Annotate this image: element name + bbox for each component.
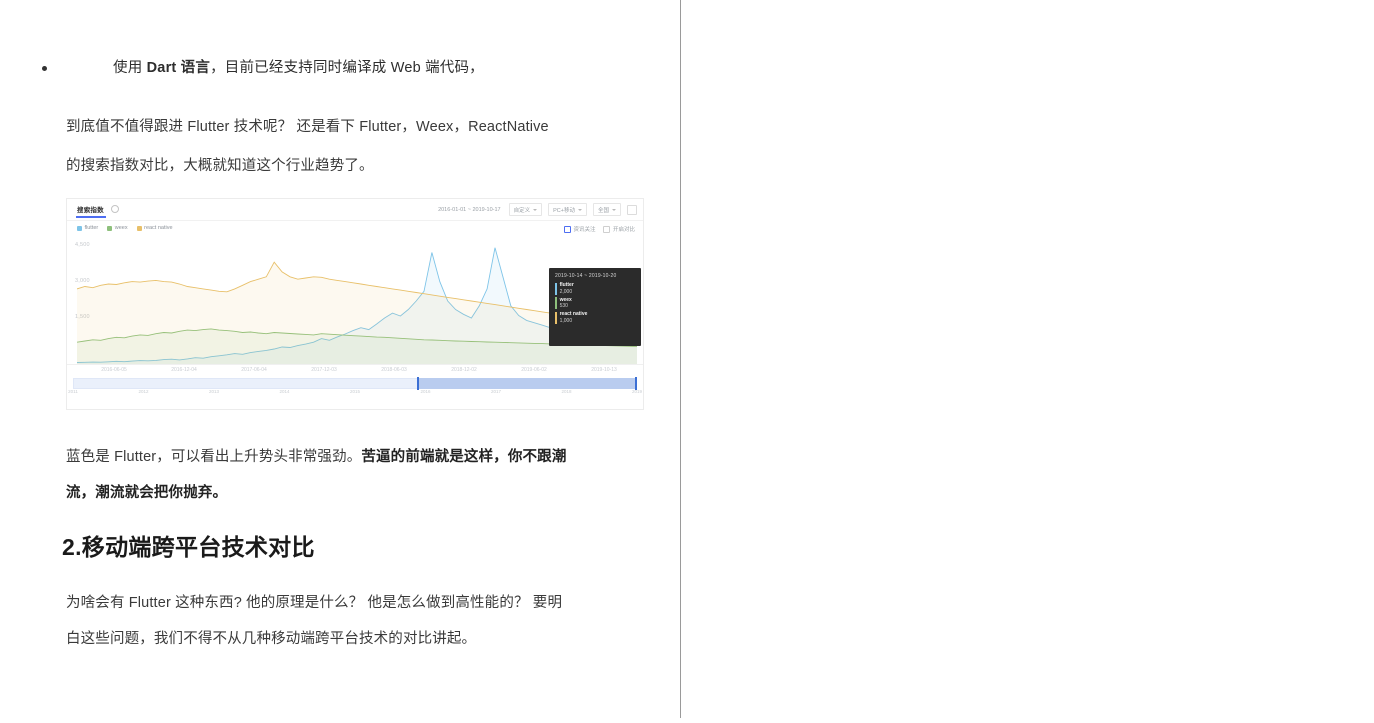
chevron-down-icon [577, 209, 582, 212]
chart-range-slider[interactable]: 2011 2012 2013 2014 2015 2016 2017 2018 2019 [68, 377, 642, 394]
x-tick-4: 2018-06-03 [381, 367, 407, 373]
bullet-dot-icon [42, 66, 47, 71]
checkbox-news-focus[interactable]: 资讯关注 [563, 225, 596, 233]
tooltip-value-flutter: 2,000 [559, 288, 573, 295]
bullet-text-after: ，目前已经支持同时编译成 Web 端代码， [210, 60, 484, 76]
help-icon[interactable] [111, 205, 119, 213]
control-region[interactable]: 全国 [592, 203, 621, 216]
chart-title: 搜索指数 [77, 207, 104, 214]
legend-swatch-react-native [136, 225, 142, 231]
slider-tick-2017: 2017 [490, 389, 502, 394]
tooltip-row-weex: weex 530 [555, 297, 635, 310]
legend-swatch-weex [107, 225, 113, 231]
section-heading: 2.移动端跨平台技术对比 [62, 534, 315, 560]
tooltip-value-react-native: 1,000 [559, 317, 573, 324]
slider-tick-2012: 2012 [138, 389, 149, 394]
bullet-list-item: 使用 Dart 语言，目前已经支持同时编译成 Web 端代码， [42, 58, 642, 80]
right-column: 2.1 H5+原生 APP [681, 0, 1374, 718]
slider-tick-2018: 2018 [561, 389, 572, 394]
paragraph-3-line-2: 白这些问题，我们不得不从几种移动端跨平台技术的对比讲起。 [66, 631, 477, 647]
checkbox-icon [603, 225, 611, 233]
tooltip-date: 2019-10-14 ~ 2019-10-20 [555, 273, 617, 279]
paragraph-2-bold-a: 苦逼的前端就是这样，你不跟潮 [361, 449, 567, 465]
chart-tooltip: 2019-10-14 ~ 2019-10-20 flutter 2,000 we… [549, 268, 641, 346]
checkbox-news-focus-label: 资讯关注 [573, 227, 596, 233]
chart-plot-area[interactable]: 4,500 3,000 1,500 2019-10-14 ~ 2019-10-2… [67, 238, 643, 376]
control-device[interactable]: PC+移动 [548, 203, 587, 216]
checkbox-compare-label: 开启对比 [612, 227, 635, 233]
tooltip-row-flutter: flutter 2,000 [555, 282, 635, 295]
legend-item-weex[interactable]: weex [107, 225, 128, 231]
legend-item-flutter[interactable]: flutter [77, 225, 98, 231]
chart-controls: 2016-01-01 ~ 2019-10-17 自定义 PC+移动 全国 [436, 203, 637, 216]
chart-legend-row: flutter weex react native 资讯关注 开启对比 [67, 221, 643, 238]
chart-title-underline [76, 216, 106, 218]
legend-label-weex: weex [114, 225, 128, 231]
tooltip-swatch-flutter [555, 282, 557, 295]
x-tick-1: 2016-12-04 [171, 367, 197, 373]
x-tick-3: 2017-12-03 [311, 367, 337, 373]
tooltip-swatch-react-native [555, 311, 557, 324]
tooltip-row-react-native: react native 1,000 [555, 311, 635, 324]
paragraph-3-line-1: 为啥会有 Flutter 这种东西? 他的原理是什么？ 他是怎么做到高性能的？ … [66, 595, 563, 611]
checkbox-icon [563, 225, 571, 233]
left-column: 使用 Dart 语言，目前已经支持同时编译成 Web 端代码， 到底值不值得跟进… [0, 0, 680, 718]
paragraph-2-line-2: 流，潮流就会把你抛弃。 [66, 474, 656, 513]
share-icon[interactable] [627, 204, 637, 215]
slider-tick-2016: 2016 [420, 389, 431, 394]
control-custom-range-label: 自定义 [513, 207, 531, 214]
chart-options: 资讯关注 开启对比 [563, 225, 635, 233]
legend-label-flutter: flutter [84, 225, 99, 231]
chart-toolbar: 搜索指数 2016-01-01 ~ 2019-10-17 自定义 PC+移动 全… [67, 199, 643, 221]
legend-label-react-native: react native [144, 225, 173, 231]
x-tick-2: 2017-06-04 [241, 367, 267, 373]
chevron-down-icon [612, 209, 616, 212]
x-tick-5: 2018-12-02 [451, 367, 477, 373]
checkbox-compare[interactable]: 开启对比 [603, 225, 635, 233]
tooltip-name-weex: weex [559, 296, 572, 303]
paragraph-2-bold-b: 流，潮流就会把你抛弃。 [66, 485, 228, 501]
slider-tick-2011: 2011 [68, 389, 78, 394]
slider-tick-2015: 2015 [349, 389, 361, 394]
document-page: 使用 Dart 语言，目前已经支持同时编译成 Web 端代码， 到底值不值得跟进… [0, 0, 1374, 718]
date-range-label[interactable]: 2016-01-01 ~ 2019-10-17 [436, 205, 503, 214]
x-tick-6: 2019-06-02 [521, 367, 547, 373]
slider-tick-2013: 2013 [208, 389, 220, 394]
tooltip-value-weex: 530 [559, 303, 568, 309]
slider-tick-2019: 2019 [631, 389, 643, 394]
paragraph-2-line-1: 蓝色是 Flutter，可以看出上升势头非常强劲。苦逼的前端就是这样，你不跟潮 [66, 438, 656, 477]
range-slider-selection[interactable] [417, 378, 637, 389]
control-device-label: PC+移动 [553, 207, 575, 214]
legend-swatch-flutter [77, 225, 82, 231]
bullet-text-before: 使用 [113, 60, 147, 76]
tooltip-name-flutter: flutter [559, 282, 574, 289]
baidu-index-chart[interactable]: 搜索指数 2016-01-01 ~ 2019-10-17 自定义 PC+移动 全… [66, 198, 644, 410]
tooltip-swatch-weex [555, 297, 557, 310]
range-slider-ticks: 2011 2012 2013 2014 2015 2016 2017 2018 2019 [68, 389, 642, 394]
bullet-text-bold: Dart 语言 [146, 60, 211, 76]
chevron-down-icon [533, 209, 538, 212]
tooltip-name-react-native: react native [559, 311, 588, 318]
paragraph-2-plain: 蓝色是 Flutter，可以看出上升势头非常强劲。 [66, 449, 362, 465]
chart-legend: flutter weex react native [77, 225, 173, 231]
paragraph-1-line-1: 到底值不值得跟进 Flutter 技术呢？ 还是看下 Flutter，Weex，… [66, 119, 549, 135]
x-tick-0: 2016-06-05 [101, 367, 127, 373]
paragraph-1-line-2: 的搜索指数对比，大概就知道这个行业趋势了。 [66, 158, 374, 174]
slider-tick-2014: 2014 [279, 389, 290, 394]
chart-x-axis: 2016-06-05 2016-12-04 2017-06-04 2017-12-03… [67, 364, 643, 376]
control-custom-range[interactable]: 自定义 [508, 203, 543, 216]
bullet-item-text: 使用 Dart 语言，目前已经支持同时编译成 Web 端代码， [113, 58, 484, 80]
legend-item-react-native[interactable]: react native [136, 225, 173, 231]
x-tick-7: 2019-10-13 [591, 367, 617, 373]
control-region-label: 全国 [597, 207, 609, 214]
